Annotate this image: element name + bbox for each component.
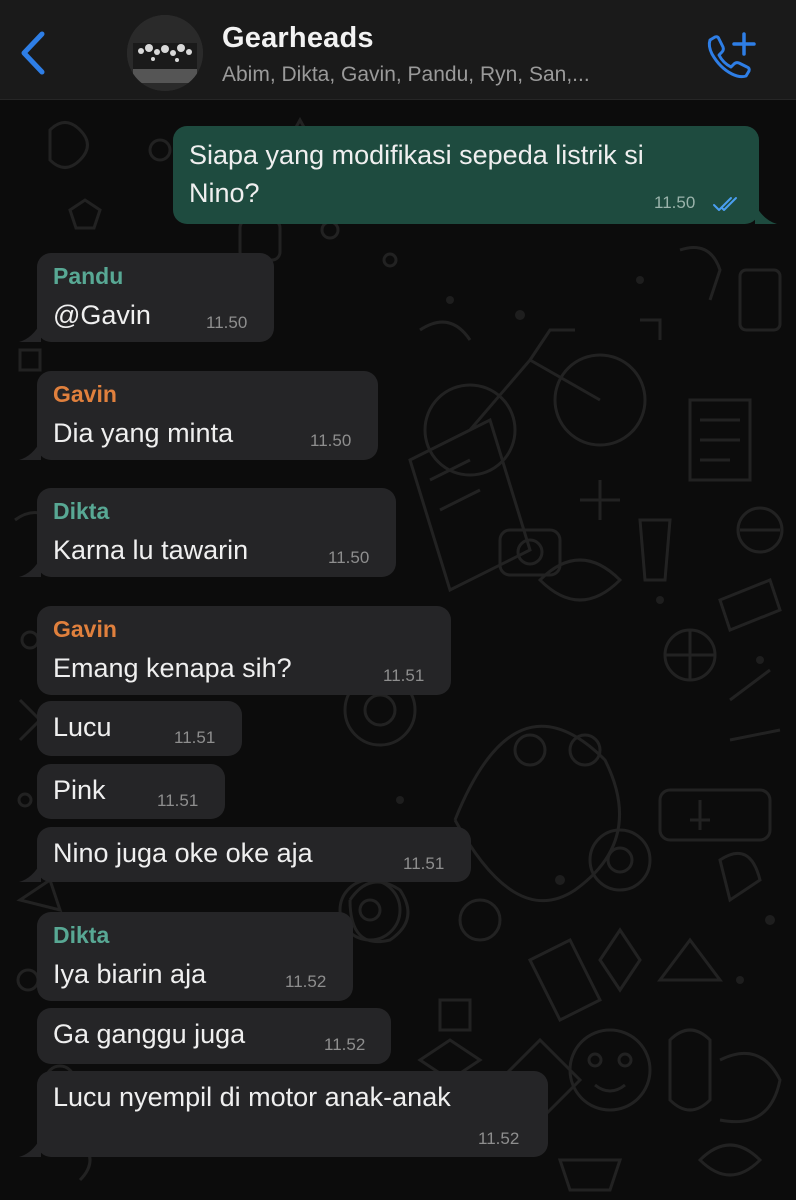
message-bubble-incoming[interactable]: Nino juga oke oke aja 11.51: [37, 827, 471, 882]
sender-name: Dikta: [53, 922, 110, 948]
message-time: 11.50: [206, 313, 248, 332]
message-text: Lucu nyempil di motor anak-anak: [53, 1082, 451, 1112]
message-bubble-outgoing[interactable]: Siapa yang modifikasi sepeda listrik si …: [173, 126, 759, 224]
message-bubble-incoming[interactable]: Dikta Karna lu tawarin 11.50: [37, 488, 396, 577]
message-time: 11.51: [157, 791, 199, 810]
message-time: 11.50: [310, 431, 352, 450]
message-text: Dia yang minta: [53, 418, 234, 448]
message-text: Karna lu tawarin: [53, 535, 249, 565]
message-text: Siapa yang modifikasi sepeda listrik si: [189, 140, 644, 170]
chevron-left-icon[interactable]: [14, 28, 54, 78]
group-members[interactable]: Abim, Dikta, Gavin, Pandu, Ryn, San,...: [222, 63, 590, 87]
group-title[interactable]: Gearheads: [222, 22, 374, 55]
message-bubble-incoming[interactable]: Gavin Emang kenapa sih? 11.51: [37, 606, 451, 695]
message-bubble-incoming[interactable]: Gavin Dia yang minta 11.50: [37, 371, 378, 460]
message-text: Nino juga oke oke aja: [53, 838, 313, 868]
bubble-tail: [19, 440, 41, 460]
message-bubble-incoming[interactable]: Dikta Iya biarin aja 11.52: [37, 912, 353, 1001]
message-text: Ga ganggu juga: [53, 1019, 246, 1049]
bubble-tail: [19, 1137, 41, 1157]
sender-name: Dikta: [53, 498, 110, 524]
message-text: Nino?: [189, 178, 260, 208]
group-avatar[interactable]: [127, 15, 203, 91]
message-text: Emang kenapa sih?: [53, 653, 292, 683]
message-bubble-incoming[interactable]: Ga ganggu juga 11.52: [37, 1008, 391, 1064]
message-text: Lucu: [53, 712, 112, 742]
message-time: 11.51: [403, 854, 445, 873]
message-time: 11.51: [383, 666, 425, 685]
message-text: Pink: [53, 775, 106, 805]
message-time: 11.50: [654, 193, 696, 212]
sender-name: Pandu: [53, 263, 124, 289]
chat-header: Gearheads Abim, Dikta, Gavin, Pandu, Ryn…: [0, 0, 796, 100]
message-time: 11.52: [478, 1129, 520, 1148]
message-time: 11.52: [285, 972, 327, 991]
bubble-tail: [19, 862, 41, 882]
message-bubble-incoming[interactable]: Lucu 11.51: [37, 701, 242, 756]
message-bubble-incoming[interactable]: Pink 11.51: [37, 764, 225, 819]
chat-screen: Gearheads Abim, Dikta, Gavin, Pandu, Ryn…: [0, 0, 796, 1200]
bubble-tail: [19, 322, 41, 342]
read-receipt-icon: [713, 197, 737, 211]
message-time: 11.51: [174, 728, 216, 747]
message-text: Iya biarin aja: [53, 959, 207, 989]
message-time: 11.52: [324, 1035, 366, 1054]
bubble-tail: [19, 557, 41, 577]
message-text: @Gavin: [53, 300, 151, 330]
sender-name: Gavin: [53, 381, 117, 407]
message-bubble-incoming[interactable]: Pandu @Gavin 11.50: [37, 253, 274, 342]
bubble-tail: [755, 204, 777, 224]
message-bubble-incoming[interactable]: Lucu nyempil di motor anak-anak 11.52: [37, 1071, 548, 1157]
message-time: 11.50: [328, 548, 370, 567]
sender-name: Gavin: [53, 616, 117, 642]
add-call-icon[interactable]: [702, 30, 758, 80]
